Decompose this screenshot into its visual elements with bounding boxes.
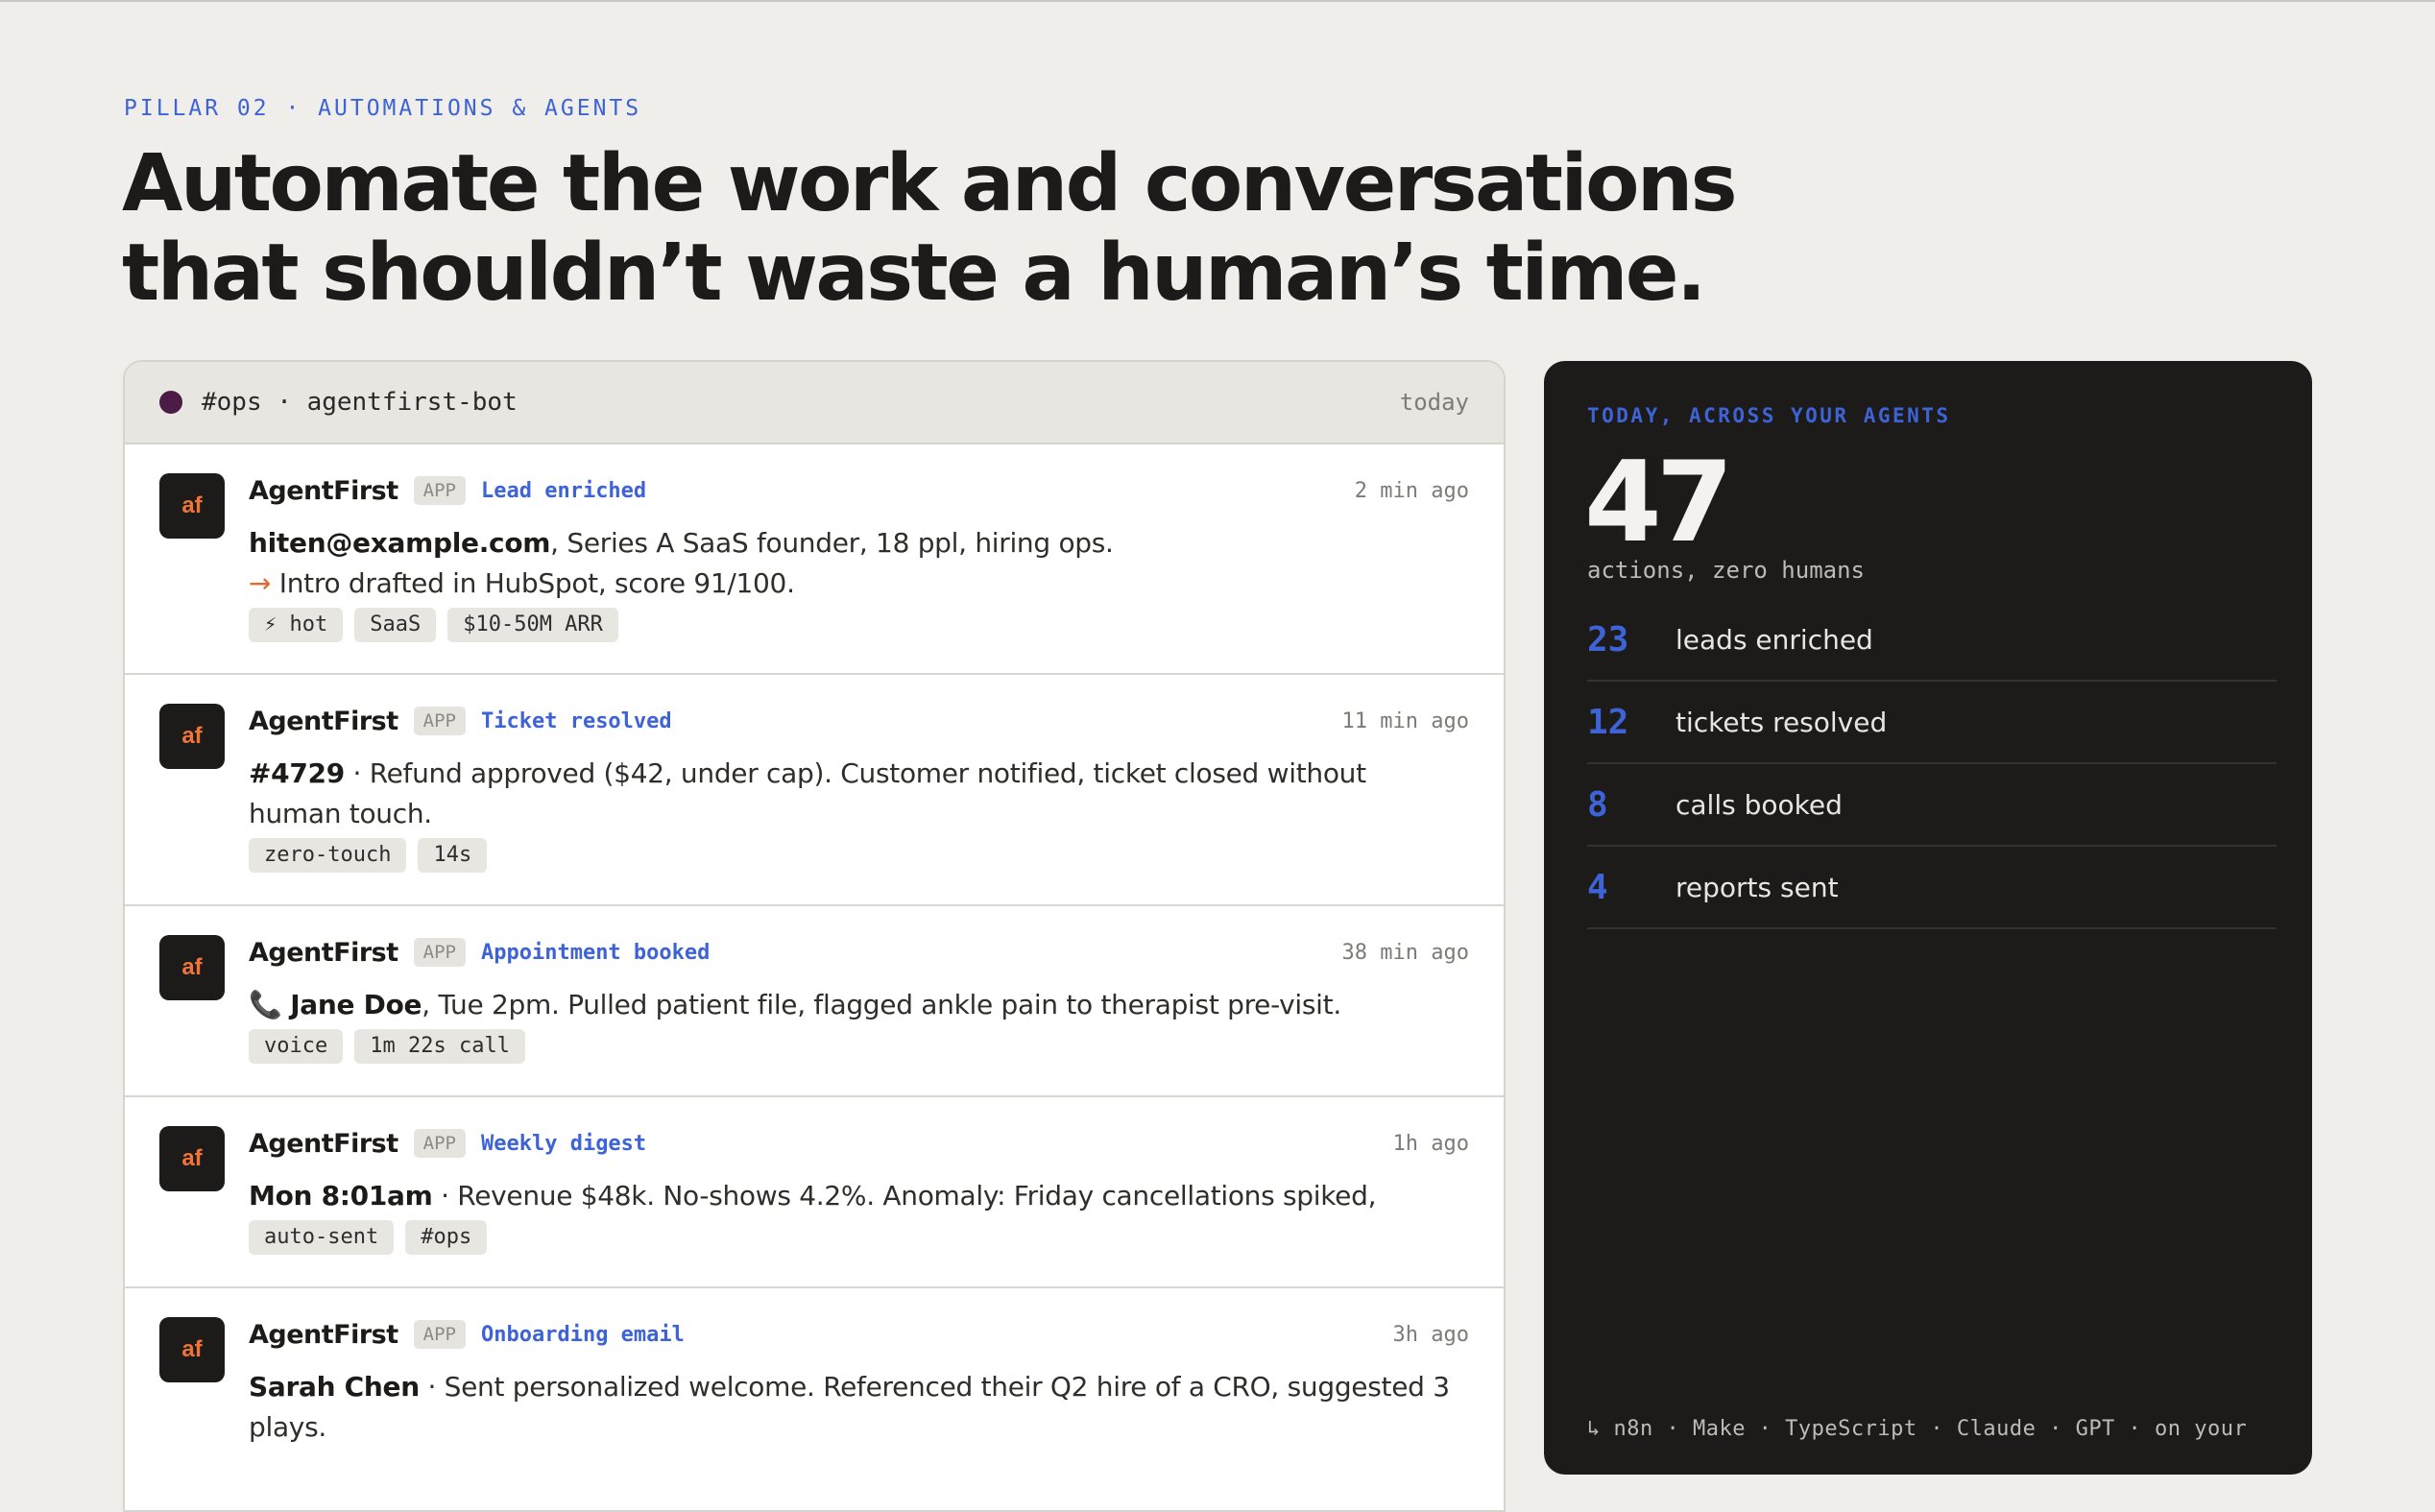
arrow-right-icon: → xyxy=(249,567,272,599)
message-text: 📞 Jane Doe, Tue 2pm. Pulled patient file… xyxy=(249,985,1459,1025)
message-time: 38 min ago xyxy=(1341,940,1469,965)
stat-value: 8 xyxy=(1587,784,1608,825)
message-text: Sarah Chen · Sent personalized welcome. … xyxy=(249,1367,1459,1448)
ticket-id[interactable]: #4729 xyxy=(249,757,345,789)
stat-row: 23 leads enriched xyxy=(1587,599,2277,682)
tag-list: zero-touch 14s xyxy=(249,838,488,873)
app-badge: APP xyxy=(413,1129,466,1158)
event-label: Lead enriched xyxy=(480,478,647,503)
tag-list: ⚡ hot SaaS $10-50M ARR xyxy=(249,608,618,642)
stat-label: calls booked xyxy=(1676,788,1843,821)
message-detail: · Sent personalized welcome. Referenced … xyxy=(249,1371,1450,1443)
lead-email[interactable]: hiten@example.com xyxy=(249,527,550,559)
app-badge: APP xyxy=(413,938,466,967)
message-item[interactable]: af AgentFirst APP Onboarding email 3h ag… xyxy=(125,1288,1504,1510)
message-detail: , Tue 2pm. Pulled patient file, flagged … xyxy=(422,989,1341,1020)
avatar[interactable]: af xyxy=(159,704,225,769)
message-time: 11 min ago xyxy=(1341,708,1469,733)
tag: 14s xyxy=(418,838,488,873)
tag-list: voice 1m 22s call xyxy=(249,1029,525,1064)
channel-header: #ops · agentfirst-bot today xyxy=(125,362,1504,444)
avatar[interactable]: af xyxy=(159,1126,225,1191)
sender-name[interactable]: AgentFirst xyxy=(249,1129,398,1159)
channel-status-dot xyxy=(159,391,182,414)
message-text: #4729 · Refund approved ($42, under cap)… xyxy=(249,754,1459,834)
message-detail: · Refund approved ($42, under cap). Cust… xyxy=(249,757,1366,829)
event-label: Weekly digest xyxy=(480,1131,647,1156)
message-item[interactable]: af AgentFirst APP Weekly digest 1h ago M… xyxy=(125,1097,1504,1288)
event-label: Appointment booked xyxy=(480,940,711,965)
digest-time: Mon 8:01am xyxy=(249,1180,433,1212)
stat-row: 4 reports sent xyxy=(1587,847,2277,929)
avatar[interactable]: af xyxy=(159,1317,225,1382)
tag-list: auto-sent #ops xyxy=(249,1220,488,1255)
tag: #ops xyxy=(405,1220,488,1255)
message-time: 1h ago xyxy=(1392,1131,1469,1156)
tech-stack: ↳ n8n · Make · TypeScript · Claude · GPT… xyxy=(1587,1417,2248,1441)
stat-value: 4 xyxy=(1587,867,1608,907)
avatar[interactable]: af xyxy=(159,473,225,539)
tag: auto-sent xyxy=(249,1220,395,1255)
stat-value: 12 xyxy=(1587,702,1629,742)
message-item[interactable]: af AgentFirst APP Ticket resolved 11 min… xyxy=(125,675,1504,906)
app-badge: APP xyxy=(413,1320,466,1349)
channel-date: today xyxy=(1399,389,1469,416)
sender-name[interactable]: AgentFirst xyxy=(249,1320,398,1350)
message-time: 3h ago xyxy=(1392,1322,1469,1347)
app-badge: APP xyxy=(413,476,466,505)
top-divider xyxy=(0,0,2435,2)
sender-name[interactable]: AgentFirst xyxy=(249,707,398,736)
title-line-1: Automate the work and conversations xyxy=(122,138,1738,229)
stat-label: tickets resolved xyxy=(1676,706,1888,738)
stat-label: reports sent xyxy=(1676,871,1839,903)
stat-row: 8 calls booked xyxy=(1587,764,2277,847)
stats-label: TODAY, ACROSS YOUR AGENTS xyxy=(1587,404,1951,427)
event-label: Ticket resolved xyxy=(480,708,672,733)
section-eyebrow: PILLAR 02 · AUTOMATIONS & AGENTS xyxy=(124,96,642,121)
avatar[interactable]: af xyxy=(159,935,225,1000)
phone-icon: 📞 xyxy=(249,989,282,1020)
sender-name[interactable]: AgentFirst xyxy=(249,476,398,506)
message-detail-2: Intro drafted in HubSpot, score 91/100. xyxy=(271,567,795,599)
contact-name[interactable]: Sarah Chen xyxy=(249,1371,420,1403)
message-item[interactable]: af AgentFirst APP Appointment booked 38 … xyxy=(125,906,1504,1097)
message-text: hiten@example.com, Series A SaaS founder… xyxy=(249,523,1459,604)
total-actions: 47 xyxy=(1584,438,1733,567)
total-actions-caption: actions, zero humans xyxy=(1587,557,1865,584)
agent-stats-panel: TODAY, ACROSS YOUR AGENTS 47 actions, ze… xyxy=(1544,361,2312,1475)
page-title: Automate the work and conversations that… xyxy=(122,139,1754,318)
tag: SaaS xyxy=(354,608,437,642)
stat-value: 23 xyxy=(1587,619,1629,660)
message-item[interactable]: af AgentFirst APP Lead enriched 2 min ag… xyxy=(125,444,1504,675)
channel-title: #ops · agentfirst-bot xyxy=(202,388,518,417)
message-time: 2 min ago xyxy=(1354,478,1469,503)
tag: voice xyxy=(249,1029,344,1064)
stat-label: leads enriched xyxy=(1676,623,1873,656)
sender-name[interactable]: AgentFirst xyxy=(249,938,398,968)
app-badge: APP xyxy=(413,707,466,735)
tag: $10-50M ARR xyxy=(447,608,618,642)
patient-name[interactable]: Jane Doe xyxy=(290,989,422,1020)
tag: zero-touch xyxy=(249,838,407,873)
tag: 1m 22s call xyxy=(354,1029,525,1064)
stat-row: 12 tickets resolved xyxy=(1587,682,2277,764)
event-label: Onboarding email xyxy=(480,1322,685,1347)
tag: ⚡ hot xyxy=(249,608,344,642)
message-detail: , Series A SaaS founder, 18 ppl, hiring … xyxy=(550,527,1114,559)
title-line-2: that shouldn’t waste a human’s time. xyxy=(122,228,1706,319)
chat-feed-panel: #ops · agentfirst-bot today af AgentFirs… xyxy=(123,360,1506,1512)
